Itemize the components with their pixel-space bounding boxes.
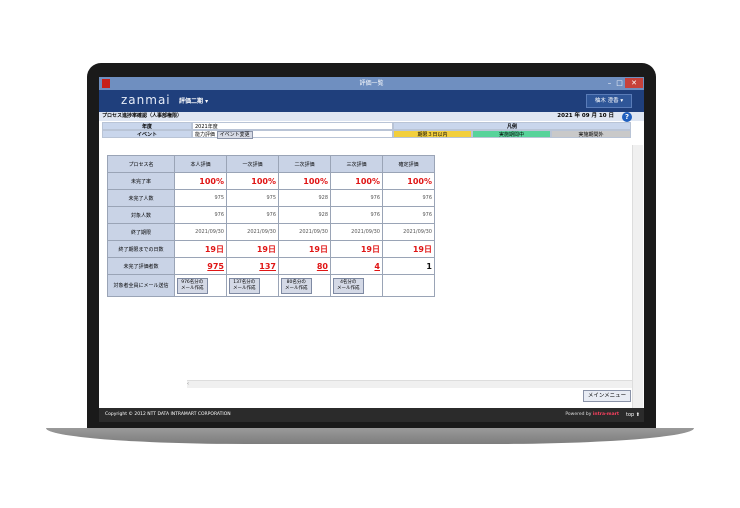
table-row: 未完了評価者数 975 137 80 4 1 — [107, 257, 435, 275]
table-cell: 19日 — [278, 240, 331, 258]
page-title: プロセス進捗率確認（人事部権限） — [102, 113, 183, 119]
column-header: 本人評価 — [174, 155, 227, 173]
vertical-scrollbar[interactable] — [632, 145, 643, 408]
table-row: 対象人数 976 976 928 976 976 — [107, 206, 435, 224]
table-row: 終了期限 2021/09/30 2021/09/30 2021/09/30 20… — [107, 223, 435, 241]
table-cell: 976 — [174, 206, 227, 224]
event-label: イベント — [102, 130, 192, 138]
powered-label: Powered by — [565, 412, 592, 417]
column-header: 一次評価 — [226, 155, 279, 173]
table-cell: 100% — [226, 172, 279, 190]
column-header: 二次評価 — [278, 155, 331, 173]
app-header: zanmai 評価二期 ▾ 柚木 澄香 ▾ — [99, 90, 644, 112]
column-header: 確定評価 — [382, 155, 435, 173]
row-header: 未完了人数 — [107, 189, 175, 207]
window-titlebar: 評価一覧 – □ ✕ — [99, 77, 644, 90]
powered-by: Powered by intra-mart — [565, 408, 619, 422]
table-cell: 976 — [330, 189, 383, 207]
legend-inactive: 実施期間外 — [551, 130, 631, 138]
current-date: 2021 年 09 月 10 日 — [557, 113, 614, 119]
legend-deadline: 期限３日以内 — [393, 130, 472, 138]
year-label: 年度 — [102, 122, 192, 130]
event-change-button[interactable]: イベント変更 — [216, 131, 253, 139]
table-cell: 100% — [278, 172, 331, 190]
mail-cell — [382, 274, 435, 297]
row-header: 終了期限 — [107, 223, 175, 241]
page-subheader: プロセス進捗率確認（人事部権限） 2021 年 09 月 10 日 — [99, 112, 644, 121]
table-cell: 19日 — [382, 240, 435, 258]
menu-dropdown[interactable]: 評価二期 ▾ — [179, 96, 208, 105]
table-cell: 975 — [174, 189, 227, 207]
table-corner: プロセス名 — [107, 155, 175, 173]
table-cell: 2021/09/30 — [382, 223, 435, 241]
table-cell: 2021/09/30 — [226, 223, 279, 241]
row-header: 未完了評価者数 — [107, 257, 175, 275]
table-cell: 976 — [382, 189, 435, 207]
brand-logo: intra-mart — [592, 412, 619, 417]
mail-cell: 80名分の メール作成 — [278, 274, 331, 297]
row-header: 対象人数 — [107, 206, 175, 224]
column-header: 三次評価 — [330, 155, 383, 173]
mail-create-button[interactable]: 976名分の メール作成 — [177, 277, 208, 294]
incomplete-link[interactable]: 4 — [330, 257, 383, 275]
table-cell: 928 — [278, 189, 331, 207]
table-cell: 100% — [174, 172, 227, 190]
table-cell: 19日 — [174, 240, 227, 258]
mail-create-button[interactable]: 137名分の メール作成 — [229, 277, 260, 294]
progress-table: プロセス名 本人評価 一次評価 二次評価 三次評価 確定評価 未完了率 100%… — [107, 155, 435, 297]
mail-cell: 976名分の メール作成 — [174, 274, 227, 297]
table-cell: 100% — [382, 172, 435, 190]
table-cell: 975 — [226, 189, 279, 207]
table-cell: 976 — [382, 206, 435, 224]
legend-label: 凡例 — [393, 122, 631, 130]
table-cell: 1 — [382, 257, 435, 275]
table-row: 未完了人数 975 975 928 976 976 — [107, 189, 435, 207]
legend-active: 実施期間中 — [472, 130, 551, 138]
row-header: 対象者全員にメール送信 — [107, 274, 175, 297]
table-cell: 19日 — [330, 240, 383, 258]
table-row: 対象者全員にメール送信 976名分の メール作成 137名分の メール作成 80… — [107, 274, 435, 297]
year-value: 2021年度 — [192, 122, 393, 130]
close-icon[interactable]: ✕ — [625, 78, 643, 88]
main-content: プロセス名 本人評価 一次評価 二次評価 三次評価 確定評価 未完了率 100%… — [99, 145, 632, 408]
incomplete-link[interactable]: 137 — [226, 257, 279, 275]
copyright: Copyright © 2012 NTT DATA INTRAMART CORP… — [105, 412, 231, 417]
top-link[interactable]: top ⬆ — [626, 408, 640, 422]
row-header: 未完了率 — [107, 172, 175, 190]
table-cell: 2021/09/30 — [174, 223, 227, 241]
row-header: 終了期限までの日数 — [107, 240, 175, 258]
laptop-base — [46, 428, 694, 444]
incomplete-link[interactable]: 80 — [278, 257, 331, 275]
footer: Copyright © 2012 NTT DATA INTRAMART CORP… — [99, 408, 644, 422]
table-cell: 2021/09/30 — [278, 223, 331, 241]
help-icon[interactable]: ? — [622, 112, 632, 122]
mail-create-button[interactable]: 4名分の メール作成 — [333, 277, 364, 294]
minimize-icon[interactable]: – — [605, 78, 614, 88]
mail-cell: 4名分の メール作成 — [330, 274, 383, 297]
mail-cell: 137名分の メール作成 — [226, 274, 279, 297]
app-icon — [102, 79, 110, 88]
table-cell: 19日 — [226, 240, 279, 258]
table-cell: 100% — [330, 172, 383, 190]
mail-create-button[interactable]: 80名分の メール作成 — [281, 277, 312, 294]
logo: zanmai — [121, 93, 171, 107]
table-cell: 976 — [330, 206, 383, 224]
event-value: 能力評価 — [195, 132, 216, 138]
table-cell: 976 — [226, 206, 279, 224]
table-row: 終了期限までの日数 19日 19日 19日 19日 19日 — [107, 240, 435, 258]
table-cell: 928 — [278, 206, 331, 224]
maximize-icon[interactable]: □ — [615, 78, 624, 88]
event-value-cell: 能力評価 イベント変更 — [192, 130, 393, 139]
window-title: 評価一覧 — [359, 80, 384, 87]
table-header-row: プロセス名 本人評価 一次評価 二次評価 三次評価 確定評価 — [107, 155, 435, 173]
horizontal-scrollbar[interactable]: ‹ — [187, 380, 632, 388]
main-menu-button[interactable]: メインメニュー — [583, 390, 631, 402]
user-menu[interactable]: 柚木 澄香 ▾ — [586, 94, 632, 108]
screen: 評価一覧 – □ ✕ zanmai 評価二期 ▾ 柚木 澄香 ▾ プロセス進捗率… — [99, 77, 644, 422]
incomplete-link[interactable]: 975 — [174, 257, 227, 275]
table-row: 未完了率 100% 100% 100% 100% 100% — [107, 172, 435, 190]
table-cell: 2021/09/30 — [330, 223, 383, 241]
